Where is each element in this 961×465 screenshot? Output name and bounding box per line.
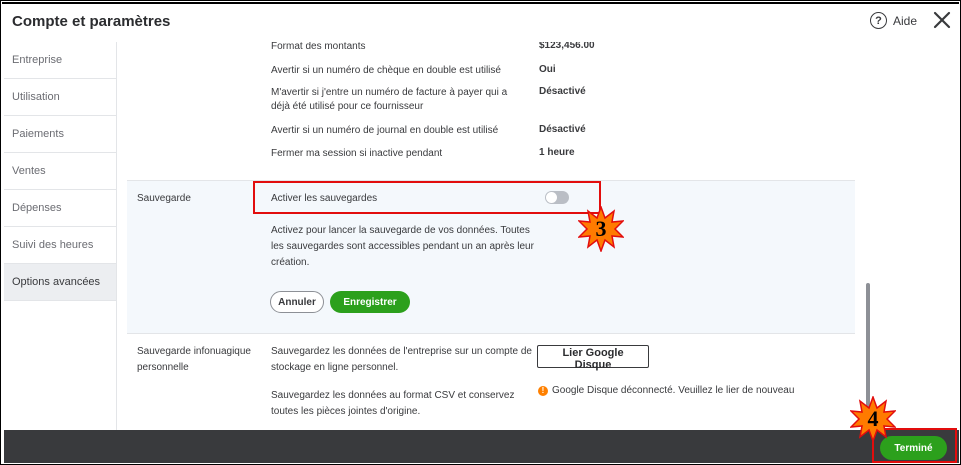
setting-value: $123,456.00: [539, 42, 595, 51]
backup-section-title: Sauvegarde: [137, 193, 191, 204]
sidebar-item-ventes[interactable]: Ventes: [4, 153, 116, 190]
cloud-backup-title: Sauvegarde infonuagique personnelle: [137, 346, 251, 373]
setting-value: Désactivé: [539, 124, 586, 135]
drive-warning: ! Google Disque déconnecté. Veuillez le …: [538, 385, 794, 396]
setting-value: 1 heure: [539, 147, 575, 158]
setting-label: Avertir si un numéro de chèque en double…: [271, 65, 501, 76]
close-icon[interactable]: [932, 10, 952, 30]
sidebar-item-depenses[interactable]: Dépenses: [4, 190, 116, 227]
toggle-knob: [546, 192, 557, 203]
dialog-header: Compte et paramètres ? Aide: [4, 4, 959, 42]
sidebar-item-entreprise[interactable]: Entreprise: [4, 42, 116, 79]
setting-label: Format des montants: [271, 42, 366, 52]
help-icon: ?: [870, 12, 887, 29]
save-button[interactable]: Enregistrer: [330, 291, 410, 313]
settings-content: Format des montants $123,456.00 Avertir …: [117, 42, 865, 430]
warning-icon: !: [538, 385, 548, 396]
annotation-badge-4: 4: [849, 394, 897, 444]
setting-label: M'avertir si j'entre un numéro de factur…: [271, 87, 508, 112]
help-button[interactable]: ? Aide: [870, 12, 917, 29]
setting-label: Avertir si un numéro de journal en doubl…: [271, 125, 499, 136]
cloud-backup-description: Sauvegardez les données de l'entreprise …: [271, 346, 532, 373]
backup-description: Activez pour lancer la sauvegarde de vos…: [271, 225, 534, 268]
help-label: Aide: [893, 13, 918, 28]
page-title: Compte et paramètres: [12, 13, 171, 30]
setting-label: Fermer ma session si inactive pendant: [271, 148, 443, 159]
dialog-footer: [4, 430, 959, 463]
sidebar-item-suivi-heures[interactable]: Suivi des heures: [4, 227, 116, 264]
setting-value: Oui: [539, 64, 556, 75]
annotation-badge-3: 3: [577, 204, 625, 254]
sidebar-item-paiements[interactable]: Paiements: [4, 116, 116, 153]
backup-toggle[interactable]: [545, 191, 569, 204]
cancel-button[interactable]: Annuler: [270, 291, 324, 313]
annotation-badge-number: 3: [595, 216, 607, 241]
sidebar-item-options-avancees[interactable]: Options avancées: [4, 264, 116, 301]
cloud-backup-csv-description: Sauvegardez les données au format CSV et…: [271, 390, 515, 417]
annotation-badge-number: 4: [867, 406, 879, 431]
warning-text: Google Disque déconnecté. Veuillez le li…: [552, 385, 795, 396]
link-google-drive-button[interactable]: Lier Google Disque: [537, 345, 649, 371]
sidebar-item-utilisation[interactable]: Utilisation: [4, 79, 116, 116]
backup-section: Sauvegarde Activer les sauvegardes Activ…: [127, 180, 855, 334]
setting-value: Désactivé: [539, 86, 586, 97]
backup-toggle-label: Activer les sauvegardes: [271, 193, 378, 204]
settings-sidebar: Entreprise Utilisation Paiements Ventes …: [4, 42, 117, 430]
